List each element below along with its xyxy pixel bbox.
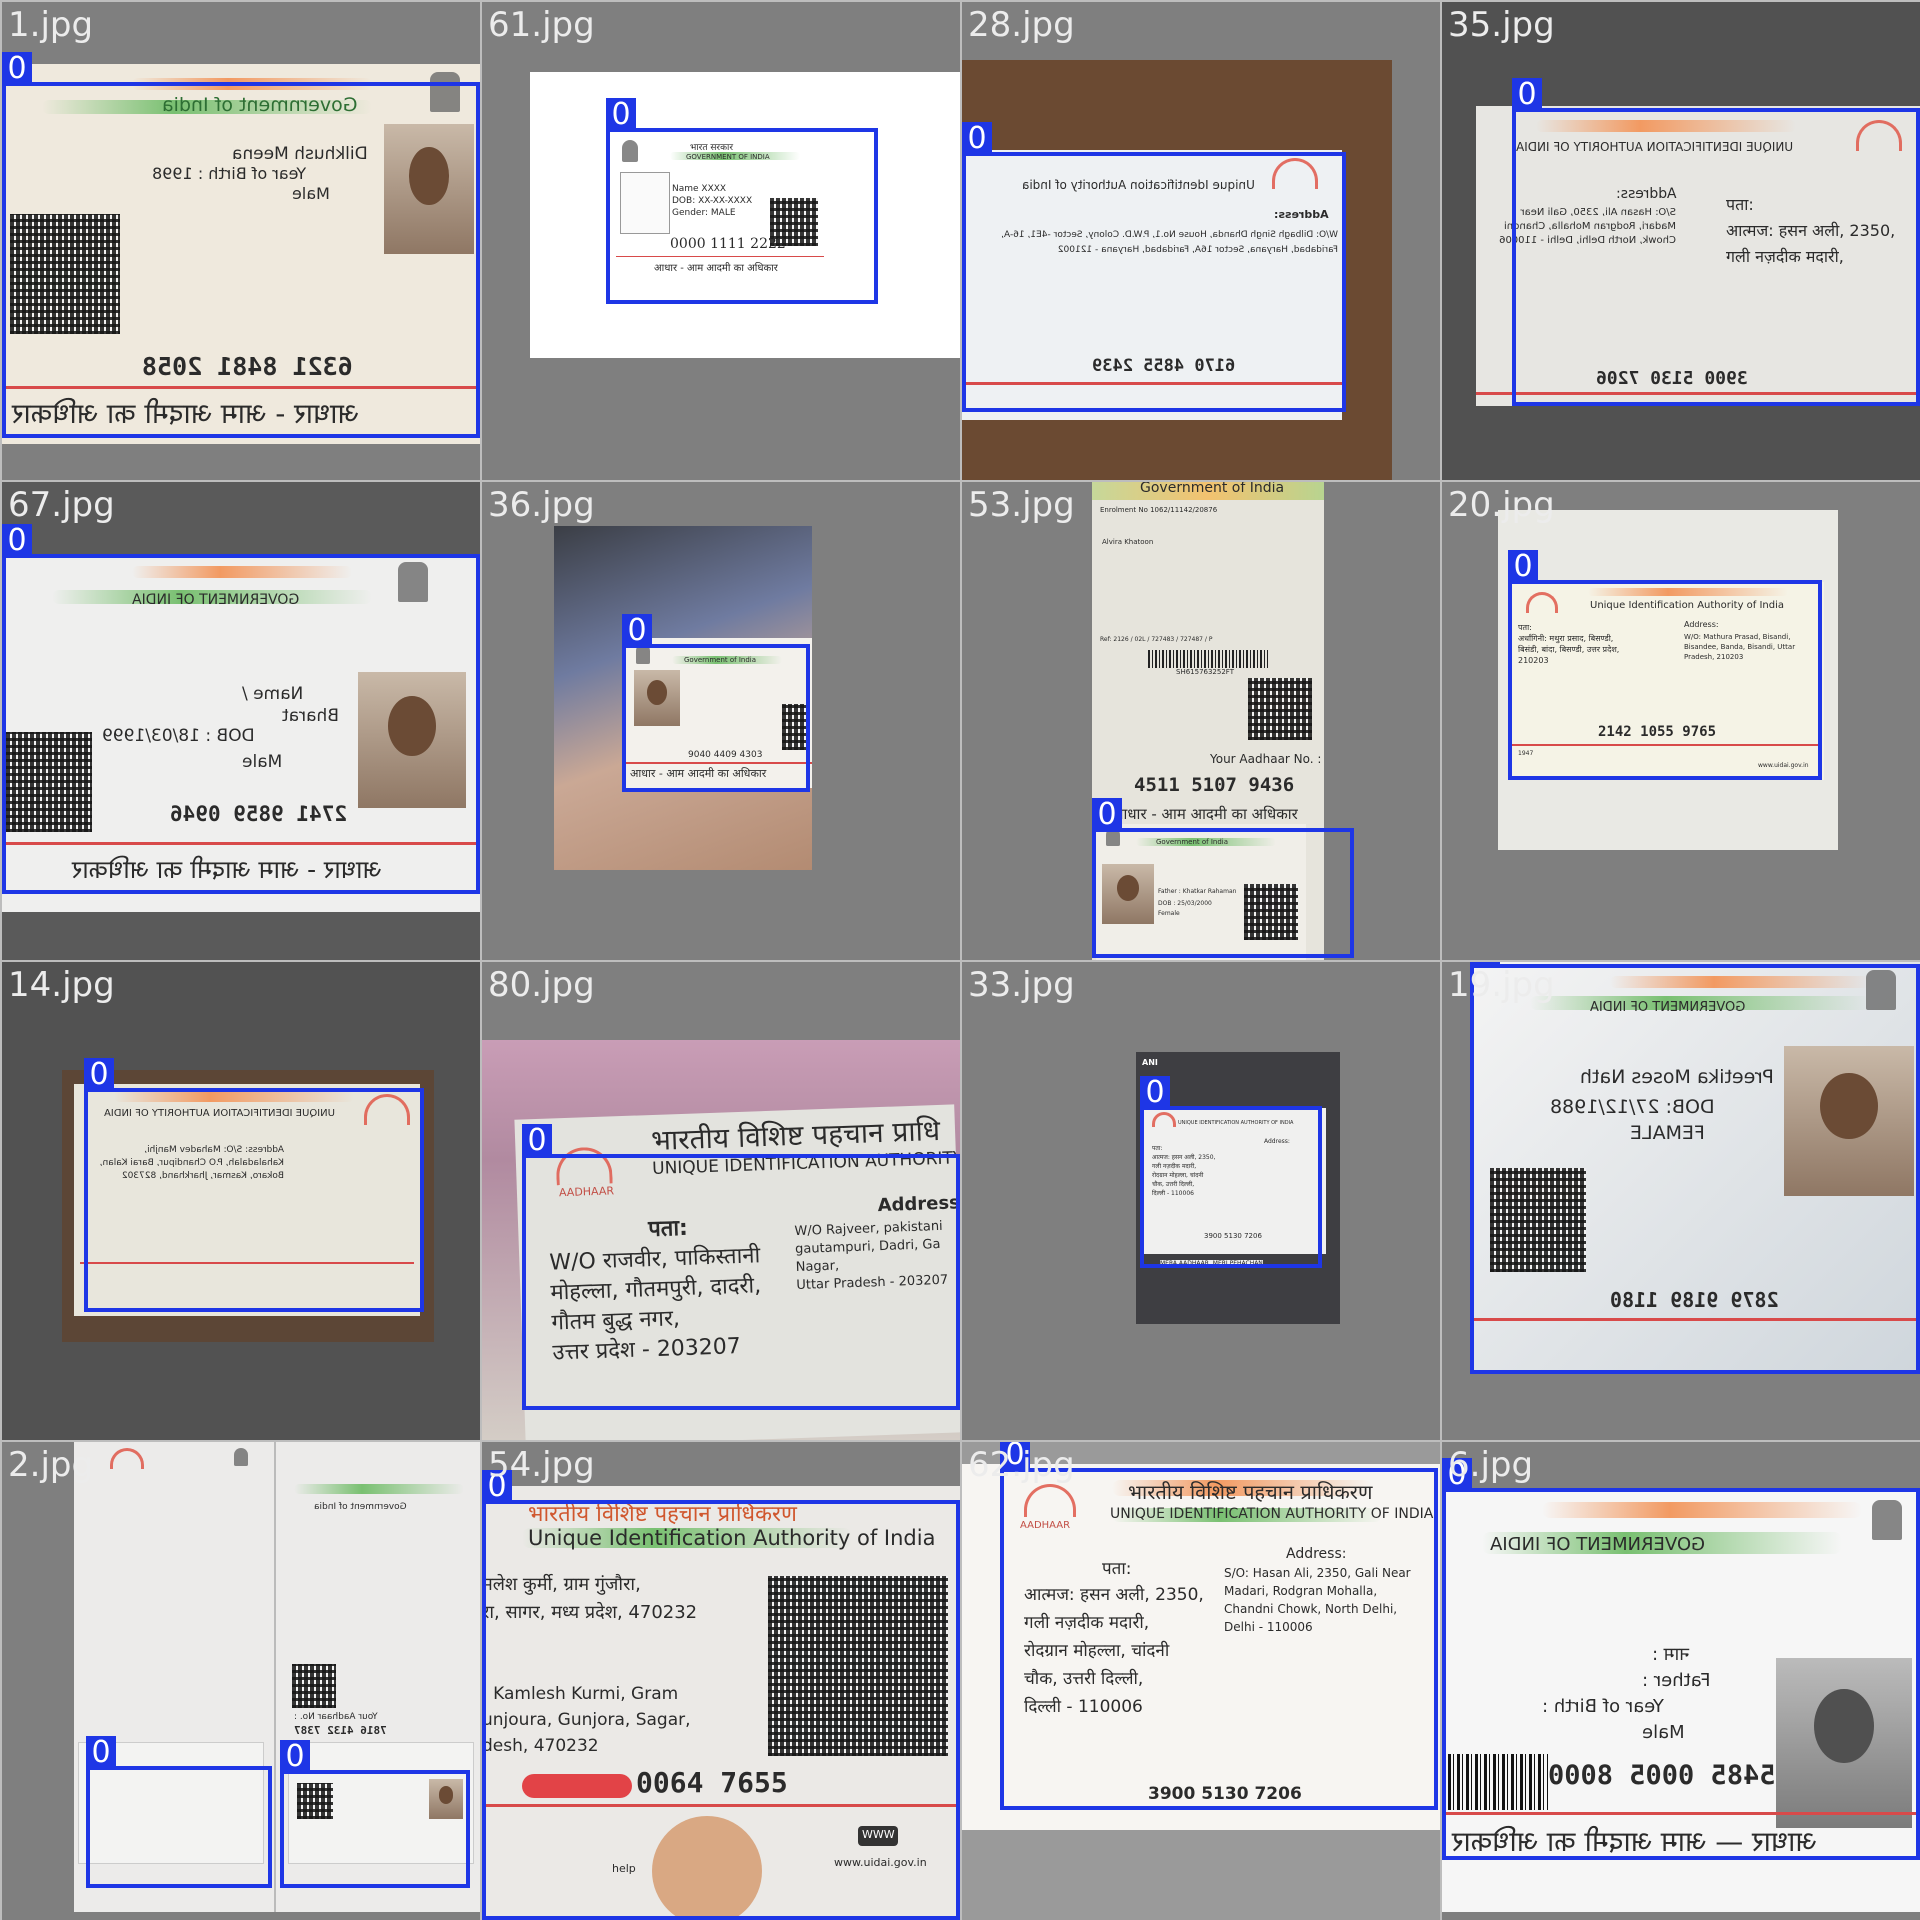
tile-filename: 62.jpg <box>968 1445 1075 1485</box>
tile: Government of India Your Aadhaar No. : 7… <box>2 1442 480 1920</box>
tile: Government of India Dilkhush Meena Year … <box>2 2 480 480</box>
class-label: 0 <box>280 1740 310 1774</box>
letter-barcode-text: SH615763252FT <box>1176 668 1234 676</box>
tile: GOVERNMENT OF INDIA नाम : Father : Year … <box>1442 1442 1920 1920</box>
detection-box: 0 <box>2 52 480 438</box>
detection-box: 0 <box>522 1124 960 1410</box>
tile-filename: 19.jpg <box>1448 965 1555 1005</box>
tile-filename: 61.jpg <box>488 5 595 45</box>
letter-footer: आधार - आम आदमी का अधिकार <box>1112 805 1298 823</box>
tile-filename: 2.jpg <box>8 1445 94 1485</box>
class-label: 0 <box>1140 1076 1170 1110</box>
detection-box: 0 <box>1442 1458 1920 1860</box>
letter-number: 4511 5107 9436 <box>1134 774 1295 796</box>
qr-code <box>292 1664 336 1708</box>
class-label: 0 <box>522 1124 552 1158</box>
detection-box: 0 <box>622 614 810 792</box>
letter-enrolment: Enrolment No 1062/11142/20876 <box>1100 506 1218 514</box>
tile-filename: 6.jpg <box>1448 1445 1534 1485</box>
detection-box: 0 <box>1092 798 1354 958</box>
tile-filename: 20.jpg <box>1448 485 1555 525</box>
detection-box: 0 <box>606 98 878 304</box>
class-label: 0 <box>962 122 992 156</box>
class-label: 0 <box>2 524 32 558</box>
tile: AADHAAR भारतीय विशिष्ट पहचान प्राधि UNIQ… <box>482 962 960 1440</box>
card-gov-text: Government of India <box>314 1502 407 1512</box>
prediction-grid: Government of India Dilkhush Meena Year … <box>0 0 1920 1920</box>
detection-box: 0 <box>1470 962 1920 1374</box>
tile: GOVERNMENT OF INDIA Name / Bharat DOB : … <box>2 482 480 960</box>
detection-box: 0 <box>1512 78 1920 406</box>
card-your-number-label: Your Aadhaar No. : <box>294 1712 378 1722</box>
tile: UNIQUE IDENTIFICATION AUTHORITY OF INDIA… <box>2 962 480 1440</box>
tile: ANI UNIQUE IDENTIFICATION AUTHORITY OF I… <box>962 962 1440 1440</box>
letter-name: Alvira Khatoon <box>1102 538 1154 546</box>
detection-box: 0 <box>1508 550 1822 780</box>
tile-filename: 36.jpg <box>488 485 595 525</box>
card-number: 7816 4132 7387 <box>294 1724 387 1737</box>
tile: Government of India 9040 4409 4303 आधार … <box>482 482 960 960</box>
letter-ref: Ref: 2126 / 02L / 727483 / 727487 / P <box>1100 636 1213 643</box>
class-label: 0 <box>606 98 636 132</box>
tile-filename: 33.jpg <box>968 965 1075 1005</box>
class-label: 0 <box>1512 78 1542 112</box>
tile-filename: 54.jpg <box>488 1445 595 1485</box>
tile: GOVERNMENT OF INDIA Preetika Moses Nath … <box>1442 962 1920 1440</box>
class-label: 0 <box>1508 550 1538 584</box>
tile: UNIQUE IDENTIFICATION AUTHORITY OF INDIA… <box>1442 2 1920 480</box>
class-label: 0 <box>86 1736 116 1770</box>
detection-box: 0 <box>482 1470 960 1920</box>
tile-filename: 14.jpg <box>8 965 115 1005</box>
tile: भारत सरकार GOVERNMENT OF INDIA Name XXXX… <box>482 2 960 480</box>
tile: Unique Identification Authority of India… <box>1442 482 1920 960</box>
tile: भारतीय विशिष्ट पहचान प्राधिकरण Unique Id… <box>482 1442 960 1920</box>
tile-filename: 67.jpg <box>8 485 115 525</box>
detection-box: 0 <box>86 1736 272 1888</box>
detection-box: 0 <box>2 524 480 894</box>
tile-filename: 35.jpg <box>1448 5 1555 45</box>
class-label: 0 <box>1092 798 1122 832</box>
class-label: 0 <box>84 1058 114 1092</box>
qr-code <box>1248 678 1312 740</box>
tile: Unique Identification Authority of India… <box>962 2 1440 480</box>
tile: Government of India Enrolment No 1062/11… <box>962 482 1440 960</box>
detection-box: 0 <box>280 1740 470 1888</box>
detection-box: 0 <box>84 1058 424 1312</box>
detection-box: 0 <box>1140 1076 1322 1268</box>
tile-filename: 80.jpg <box>488 965 595 1005</box>
letter-gov-text: Government of India <box>1140 482 1285 496</box>
tile: AADHAAR भारतीय विशिष्ट पहचान प्राधिकरण U… <box>962 1442 1440 1920</box>
tile-filename: 1.jpg <box>8 5 94 45</box>
class-label: 0 <box>622 614 652 648</box>
detection-box: 0 <box>1000 1442 1438 1810</box>
letter-your-number-label: Your Aadhaar No. : <box>1210 752 1322 766</box>
detection-box: 0 <box>962 122 1346 412</box>
tile-filename: 28.jpg <box>968 5 1075 45</box>
class-label: 0 <box>2 52 32 86</box>
tile-filename: 53.jpg <box>968 485 1075 525</box>
news-badge: ANI <box>1142 1058 1158 1067</box>
